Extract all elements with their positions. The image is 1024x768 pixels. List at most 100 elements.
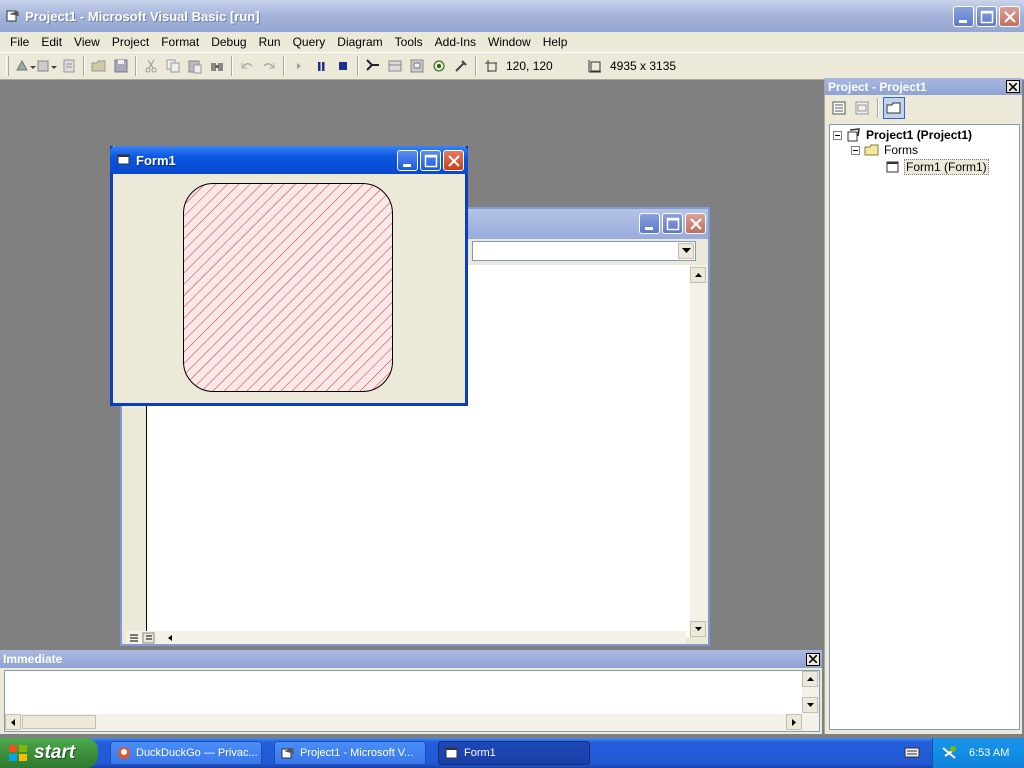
immediate-vertical-scrollbar[interactable] (802, 671, 819, 731)
menu-bar: File Edit View Project Format Debug Run … (0, 32, 1024, 52)
form-layout-icon[interactable] (406, 55, 428, 77)
menu-window[interactable]: Window (482, 35, 537, 49)
taskbar-item-vb[interactable]: Project1 - Microsoft V... (274, 741, 426, 765)
toolbox-icon[interactable] (450, 55, 472, 77)
window-title: Project1 - Microsoft Visual Basic [run] (25, 8, 260, 24)
form1-title: Form1 (136, 152, 176, 168)
immediate-close-icon[interactable] (806, 652, 820, 666)
paste-icon[interactable] (184, 55, 206, 77)
menu-query[interactable]: Query (287, 35, 332, 49)
toggle-folders-icon[interactable] (883, 97, 905, 119)
immediate-horizontal-scrollbar[interactable] (5, 714, 802, 731)
standard-toolbar: 120, 120 4935 x 3135 (0, 52, 1024, 80)
tree-node-forms[interactable]: Forms (851, 143, 918, 157)
rounded-rectangle-shape (183, 183, 393, 392)
menu-editor-icon[interactable] (58, 55, 80, 77)
break-icon[interactable] (310, 55, 332, 77)
view-object-icon[interactable] (851, 97, 873, 119)
menu-help[interactable]: Help (537, 35, 574, 49)
menu-add-ins[interactable]: Add-Ins (429, 35, 482, 49)
project-explorer-title: Project - Project1 (828, 79, 927, 94)
start-label: start (34, 742, 76, 763)
immediate-title-bar[interactable]: Immediate (0, 650, 822, 668)
end-icon[interactable] (332, 55, 354, 77)
object-browser-icon[interactable] (428, 55, 450, 77)
code-horizontal-scrollbar[interactable] (126, 631, 686, 644)
vb-app-icon (281, 748, 294, 759)
menu-project[interactable]: Project (106, 35, 155, 49)
start-icon[interactable] (288, 55, 310, 77)
tree-node-form1[interactable]: Form1 (Form1) (886, 159, 989, 175)
add-form-icon[interactable] (36, 55, 58, 77)
tree-project-label: Project1 (Project1) (866, 128, 973, 142)
cut-icon[interactable] (140, 55, 162, 77)
add-project-icon[interactable] (14, 55, 36, 77)
project-icon (847, 128, 860, 142)
scroll-thumb[interactable] (22, 715, 96, 729)
start-button[interactable]: start (0, 738, 98, 768)
project-close-icon[interactable] (1006, 80, 1020, 93)
tree-node-project[interactable]: Project1 (Project1) (833, 127, 972, 143)
redo-icon[interactable] (258, 55, 280, 77)
scroll-up-icon[interactable] (690, 267, 706, 283)
tree-forms-label: Forms (884, 143, 918, 157)
minimize-button[interactable] (953, 6, 974, 27)
form1-window[interactable]: Form1 (110, 146, 468, 406)
toolbar-grip[interactable] (6, 56, 9, 76)
immediate-window: Immediate (0, 650, 822, 734)
taskbar-item-form1[interactable]: Form1 (438, 741, 590, 765)
view-code-icon[interactable] (828, 97, 850, 119)
project-tree: Project1 (Project1) Forms Form1 (Form1) (829, 124, 1020, 730)
save-project-icon[interactable] (110, 55, 132, 77)
form1-maximize-button[interactable] (420, 150, 441, 171)
project-explorer-icon[interactable] (362, 55, 384, 77)
menu-run[interactable]: Run (253, 35, 287, 49)
collapse-icon[interactable] (851, 145, 860, 155)
project-explorer-title-bar[interactable]: Project - Project1 (825, 78, 1022, 95)
chevron-down-icon[interactable] (678, 243, 694, 259)
maximize-button[interactable] (976, 6, 997, 27)
taskbar-item-label: Form1 (464, 747, 496, 759)
project-explorer-panel: Project - Project1 Project1 (Project1) F… (824, 78, 1022, 734)
folder-icon (864, 144, 879, 156)
scroll-down-icon[interactable] (802, 697, 818, 713)
undo-icon[interactable] (236, 55, 258, 77)
size-icon (584, 55, 606, 77)
menu-edit[interactable]: Edit (35, 35, 68, 49)
procedure-combo[interactable] (472, 241, 696, 261)
menu-file[interactable]: File (4, 35, 35, 49)
scroll-down-icon[interactable] (690, 621, 706, 637)
keyboard-icon[interactable] (904, 745, 920, 759)
scroll-left-icon[interactable] (5, 714, 21, 730)
code-close-button[interactable] (685, 213, 706, 234)
collapse-icon[interactable] (833, 130, 842, 140)
code-vertical-scrollbar[interactable] (690, 265, 707, 637)
view-mode-icon[interactable] (126, 631, 186, 644)
taskbar-item-duckduckgo[interactable]: DuckDuckGo — Privac... (110, 741, 262, 765)
menu-tools[interactable]: Tools (389, 35, 429, 49)
find-icon[interactable] (206, 55, 228, 77)
form1-close-button[interactable] (443, 150, 464, 171)
clock[interactable]: 6:53 AM (969, 747, 1009, 759)
immediate-text-area[interactable] (4, 670, 820, 732)
scroll-up-icon[interactable] (802, 671, 818, 687)
main-title-bar: Project1 - Microsoft Visual Basic [run] (0, 0, 1024, 32)
form1-title-bar[interactable]: Form1 (110, 146, 468, 174)
form1-minimize-button[interactable] (397, 150, 418, 171)
menu-view[interactable]: View (68, 35, 106, 49)
network-icon[interactable] (941, 745, 959, 761)
properties-window-icon[interactable] (384, 55, 406, 77)
menu-format[interactable]: Format (155, 35, 205, 49)
code-minimize-button[interactable] (639, 213, 660, 234)
duck-icon (118, 747, 130, 759)
menu-debug[interactable]: Debug (205, 35, 252, 49)
position-icon (480, 55, 502, 77)
copy-icon[interactable] (162, 55, 184, 77)
menu-diagram[interactable]: Diagram (331, 35, 388, 49)
scroll-right-icon[interactable] (786, 714, 802, 730)
system-tray: 6:53 AM (932, 738, 1024, 768)
close-button[interactable] (999, 6, 1020, 27)
open-project-icon[interactable] (88, 55, 110, 77)
code-maximize-button[interactable] (662, 213, 683, 234)
taskbar: start DuckDuckGo — Privac... Project1 - … (0, 738, 1024, 768)
